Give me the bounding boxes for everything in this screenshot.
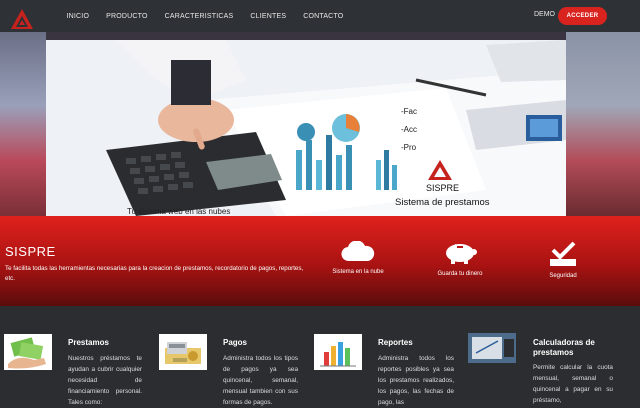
feature-piggy-label: Guarda tu dinero: [437, 271, 483, 277]
feature-security-label: Seguridad: [549, 273, 577, 279]
hero-tagline: Tu sistema web en las nubes: [127, 207, 231, 216]
band-title: SISPRE: [5, 244, 56, 259]
card-calculadoras-text: Permite calcular la cuota mensual, seman…: [533, 364, 613, 404]
hero-background-right: [566, 32, 640, 216]
nav-demo[interactable]: DEMO: [534, 11, 555, 18]
band-description: Te facilita todas las herramientas neces…: [5, 265, 304, 282]
card-calculadoras-title: Calculadoras de prestamos: [533, 338, 595, 357]
cloud-icon: [341, 241, 375, 262]
reportes-image: [314, 334, 362, 370]
calculadoras-image: [468, 333, 516, 363]
card-prestamos-title: Prestamos: [68, 338, 109, 347]
card-reportes-title: Reportes: [378, 338, 413, 347]
nav-menu: INICIO PRODUCTO CARACTERISTICAS CLIENTES…: [58, 0, 352, 32]
hero-brand-subtitle: Sistema de prestamos: [395, 197, 490, 208]
piggy-bank-icon: [446, 244, 477, 264]
feature-piggy: Guarda tu dinero: [420, 241, 500, 277]
hero-banner: -Fac -Acc -Pro: [0, 32, 640, 216]
navbar: INICIO PRODUCTO CARACTERISTICAS CLIENTES…: [0, 0, 640, 32]
nav-producto[interactable]: PRODUCTO: [106, 13, 148, 20]
nav-caracteristicas[interactable]: CARACTERISTICAS: [165, 13, 234, 20]
hero-text-line-3: -Pro: [401, 143, 417, 152]
feature-cloud: Sistema en la nube: [318, 241, 398, 275]
hero-image: [46, 40, 566, 216]
card-pagos-title: Pagos: [223, 338, 248, 347]
hero-background-left: [0, 32, 46, 216]
security-check-icon: [550, 241, 576, 266]
hero-text-line-2: -Acc: [401, 125, 417, 134]
feature-cloud-label: Sistema en la nube: [332, 269, 384, 275]
nav-contacto[interactable]: CONTACTO: [303, 13, 343, 20]
nav-clientes[interactable]: CLIENTES: [250, 13, 286, 20]
hero-brand: SISPRE: [426, 183, 460, 193]
logo-icon[interactable]: [10, 8, 34, 30]
prestamos-image: [4, 334, 52, 370]
hero-illustration: [46, 40, 566, 216]
nav-inicio[interactable]: INICIO: [67, 13, 90, 20]
feature-security: Seguridad: [523, 241, 603, 279]
hero-text-line-1: -Fac: [401, 107, 417, 116]
pagos-image: [159, 334, 207, 370]
acceder-button[interactable]: ACCEDER: [558, 7, 607, 25]
